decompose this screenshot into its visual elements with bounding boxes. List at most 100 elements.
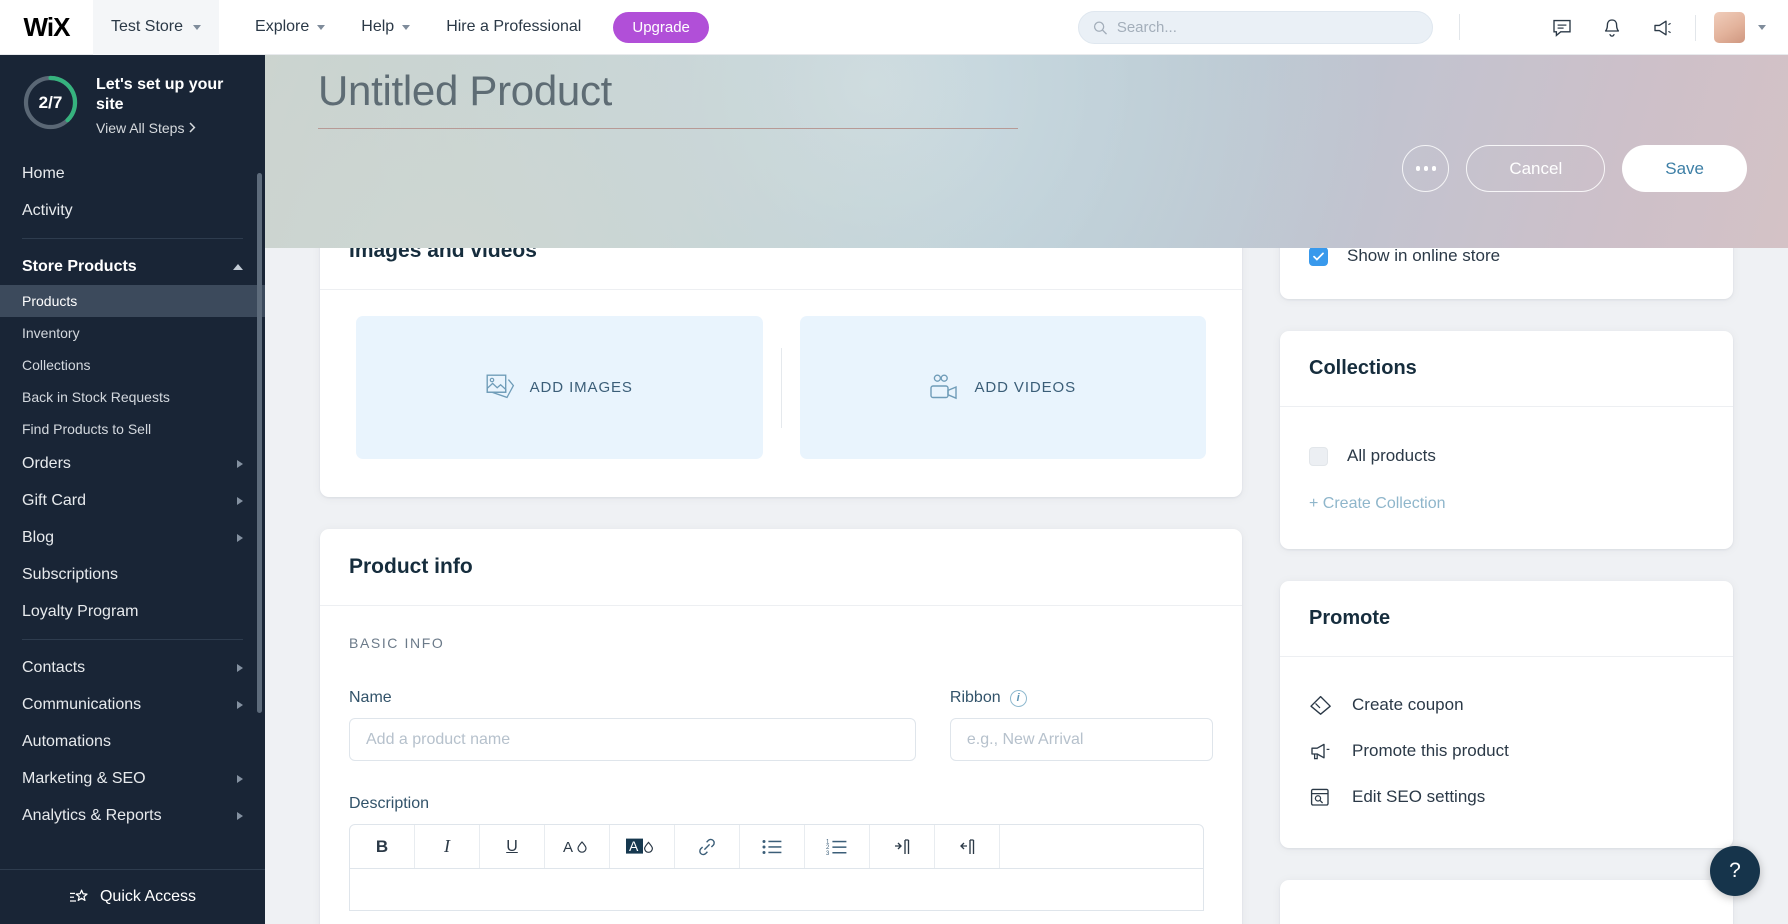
text-highlight-icon[interactable]: A bbox=[610, 825, 675, 868]
ribbon-input[interactable] bbox=[949, 718, 1213, 761]
description-editor[interactable] bbox=[349, 869, 1204, 911]
sidebar-label-inventory: Inventory bbox=[22, 325, 80, 341]
view-all-steps-label: View All Steps bbox=[96, 119, 185, 136]
sidebar-item-products[interactable]: Products bbox=[0, 285, 265, 317]
link-icon[interactable] bbox=[675, 825, 740, 868]
add-images-icon bbox=[486, 374, 514, 399]
notifications-bell-icon[interactable] bbox=[1587, 0, 1637, 55]
sidebar-item-inventory[interactable]: Inventory bbox=[0, 317, 265, 349]
sidebar-item-collections[interactable]: Collections bbox=[0, 349, 265, 381]
sidebar-item-back-in-stock-requests[interactable]: Back in Stock Requests bbox=[0, 381, 265, 413]
product-name-input[interactable] bbox=[349, 718, 916, 761]
show-in-online-store-row[interactable]: Show in online store bbox=[1280, 248, 1733, 272]
avatar[interactable] bbox=[1714, 12, 1745, 43]
title-underline bbox=[318, 127, 1018, 129]
chat-icon[interactable] bbox=[1537, 0, 1587, 55]
sidebar-item-analytics-and-reports[interactable]: Analytics & Reports bbox=[0, 797, 265, 834]
top-nav-item-hire-a-professional[interactable]: Hire a Professional bbox=[428, 0, 599, 55]
sidebar-item-activity[interactable]: Activity bbox=[0, 192, 265, 229]
search-box[interactable] bbox=[1078, 11, 1433, 44]
collection-item-all-products[interactable]: All products bbox=[1280, 440, 1733, 472]
quick-access-sparkle-icon bbox=[69, 889, 88, 902]
cancel-button[interactable]: Cancel bbox=[1466, 145, 1606, 192]
promote-item-create-coupon[interactable]: Create coupon bbox=[1280, 682, 1733, 728]
top-nav-item-help[interactable]: Help bbox=[343, 0, 428, 55]
add-images-dropzone[interactable]: ADD IMAGES bbox=[356, 316, 763, 459]
chevron-up-icon bbox=[233, 263, 243, 270]
sidebar-label-marketing: Marketing & SEO bbox=[22, 769, 146, 787]
promote-item-promote-this-product[interactable]: Promote this product bbox=[1280, 728, 1733, 774]
underline-icon[interactable]: U bbox=[480, 825, 545, 868]
sidebar-item-gift-card[interactable]: Gift Card bbox=[0, 482, 265, 519]
text-direction-rtl-icon[interactable] bbox=[870, 825, 935, 868]
product-info-body: BASIC INFO Name Ribbon i Description bbox=[320, 606, 1242, 924]
sidebar-scrollbar[interactable] bbox=[257, 173, 262, 713]
add-videos-dropzone[interactable]: ADD VIDEOS bbox=[799, 316, 1206, 459]
wix-logo[interactable]: WiX bbox=[0, 12, 93, 43]
create-collection-link[interactable]: + Create Collection bbox=[1280, 495, 1733, 513]
images-and-videos-title: Images and videos bbox=[349, 248, 537, 262]
sidebar-item-store-products[interactable]: Store Products bbox=[0, 248, 265, 285]
search-input[interactable] bbox=[1116, 19, 1418, 36]
sidebar-item-home[interactable]: Home bbox=[0, 155, 265, 192]
numbered-list-icon[interactable]: 1 2 3 bbox=[805, 825, 870, 868]
svg-text:3: 3 bbox=[826, 850, 830, 855]
sidebar-item-orders[interactable]: Orders bbox=[0, 445, 265, 482]
upgrade-button[interactable]: Upgrade bbox=[613, 11, 709, 43]
sidebar-item-marketing-and-seo[interactable]: Marketing & SEO bbox=[0, 760, 265, 797]
help-button[interactable]: ? bbox=[1710, 846, 1760, 896]
promote-body: Create coupon Promote this product Edit … bbox=[1280, 657, 1733, 848]
save-button[interactable]: Save bbox=[1622, 145, 1747, 192]
dropzone-divider bbox=[763, 316, 800, 459]
chevron-right-icon bbox=[237, 774, 243, 783]
page-title[interactable]: Untitled Product bbox=[318, 65, 1018, 128]
checkmark-icon bbox=[1313, 252, 1324, 261]
store-switcher[interactable]: Test Store bbox=[93, 0, 220, 55]
coupon-tag-icon bbox=[1310, 695, 1331, 715]
quick-access-label: Quick Access bbox=[99, 888, 197, 905]
chevron-right-icon bbox=[237, 533, 243, 542]
promote-item-label: Promote this product bbox=[1352, 741, 1509, 760]
promote-item-edit-seo-settings[interactable]: Edit SEO settings bbox=[1280, 774, 1733, 820]
show-in-online-store-checkbox[interactable] bbox=[1309, 248, 1328, 266]
collections-body: All products + Create Collection bbox=[1280, 407, 1733, 549]
page-title-field[interactable]: Untitled Product bbox=[318, 65, 1018, 129]
bold-icon[interactable]: B bbox=[350, 825, 415, 868]
sidebar-item-automations[interactable]: Automations bbox=[0, 723, 265, 760]
sidebar-item-find-products-to-sell[interactable]: Find Products to Sell bbox=[0, 413, 265, 445]
bulleted-list-icon[interactable] bbox=[740, 825, 805, 868]
chevron-right-icon bbox=[237, 700, 243, 709]
top-nav-label-help: Help bbox=[361, 18, 395, 35]
sidebar-divider bbox=[22, 639, 243, 640]
basic-info-field-row: Name Ribbon i bbox=[349, 689, 1213, 761]
sidebar-item-blog[interactable]: Blog bbox=[0, 519, 265, 556]
sidebar-item-contacts[interactable]: Contacts bbox=[0, 649, 265, 686]
view-all-steps-link[interactable]: View All Steps bbox=[96, 120, 236, 136]
text-color-icon[interactable]: A bbox=[545, 825, 610, 868]
top-nav-item-explore[interactable]: Explore bbox=[237, 0, 343, 55]
quick-access-button[interactable]: Quick Access bbox=[0, 869, 265, 924]
bold-glyph: B bbox=[375, 836, 389, 856]
top-bar: WiX Test Store Explore Help Hire a Profe… bbox=[0, 0, 1788, 55]
text-direction-ltr-icon[interactable] bbox=[935, 825, 1000, 868]
info-icon[interactable]: i bbox=[1009, 689, 1027, 707]
dot bbox=[1415, 166, 1421, 171]
chevron-down-icon[interactable] bbox=[1758, 25, 1766, 30]
sidebar: 2/7 Let's set up your site View All Step… bbox=[0, 55, 265, 924]
more-actions-button[interactable] bbox=[1402, 145, 1450, 192]
search-icon bbox=[1093, 21, 1107, 35]
sidebar-item-subscriptions[interactable]: Subscriptions bbox=[0, 556, 265, 593]
basic-info-label: BASIC INFO bbox=[349, 635, 445, 651]
sidebar-item-loyalty-program[interactable]: Loyalty Program bbox=[0, 593, 265, 630]
sidebar-label-orders: Orders bbox=[22, 454, 71, 472]
sidebar-item-communications[interactable]: Communications bbox=[0, 686, 265, 723]
announcement-icon[interactable] bbox=[1637, 0, 1687, 55]
setup-progress-card[interactable]: 2/7 Let's set up your site View All Step… bbox=[0, 55, 265, 155]
sidebar-label-blog: Blog bbox=[22, 528, 55, 546]
page-actions: Cancel Save bbox=[1402, 145, 1747, 192]
top-nav-label-explore: Explore bbox=[255, 18, 310, 35]
next-side-card bbox=[1280, 880, 1733, 924]
ribbon-label-text: Ribbon bbox=[949, 689, 1001, 706]
italic-icon[interactable]: I bbox=[415, 825, 480, 868]
add-videos-icon bbox=[930, 374, 958, 400]
